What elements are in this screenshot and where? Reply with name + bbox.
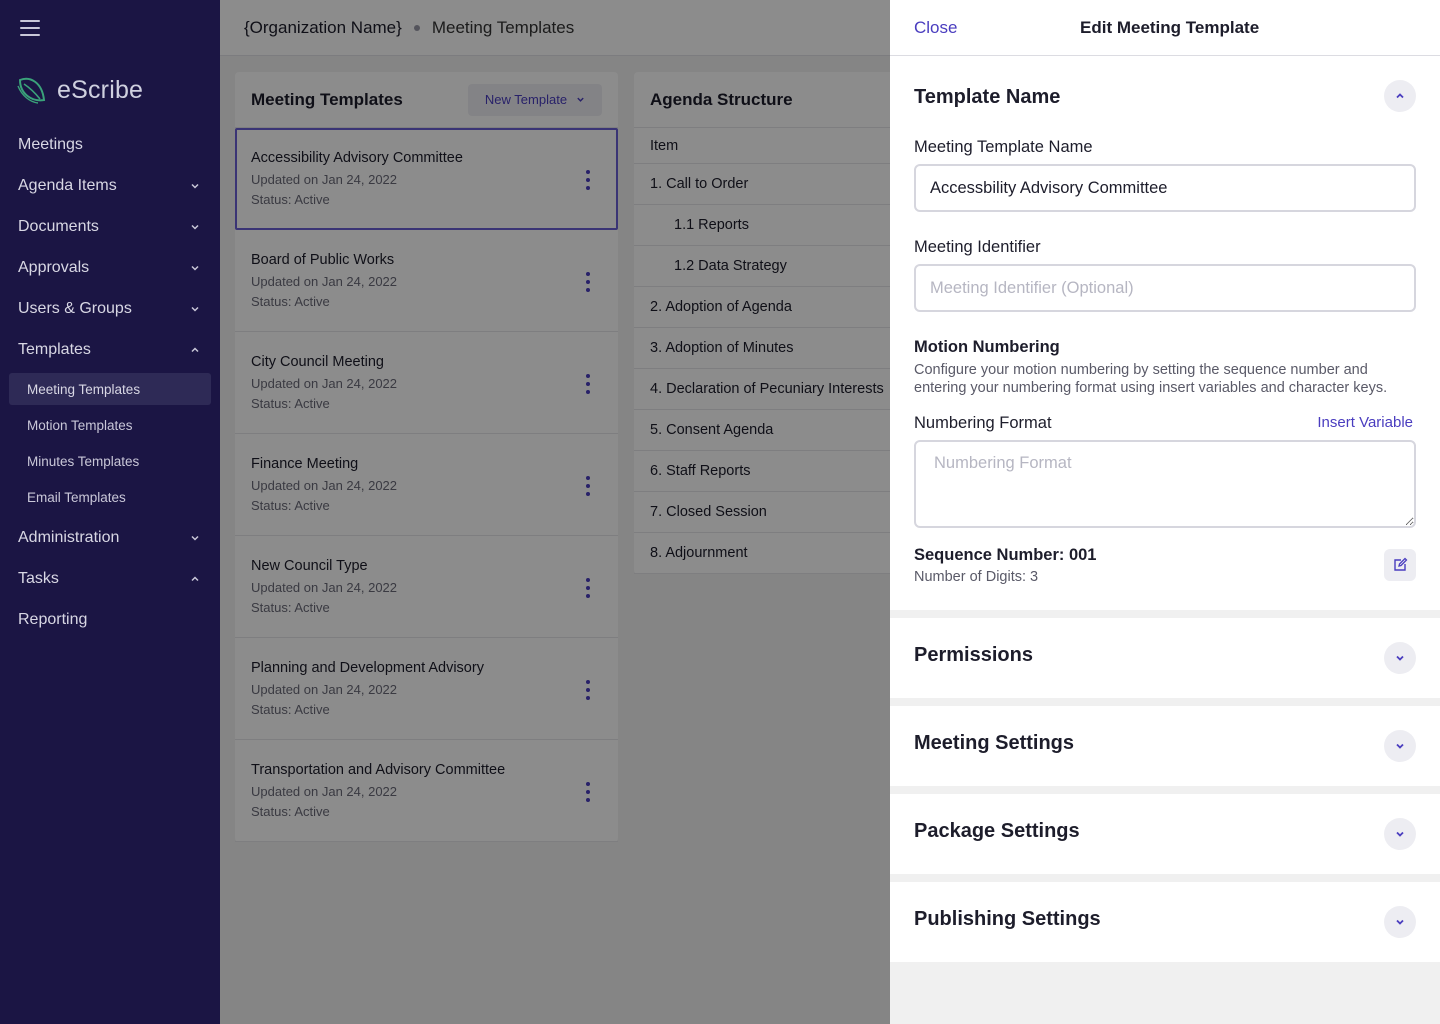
edit-icon: [1394, 557, 1408, 571]
motion-numbering-description: Configure your motion numbering by setti…: [914, 362, 1388, 396]
section-title: Template Name: [914, 86, 1061, 108]
section-permissions: Permissions: [890, 618, 1440, 698]
template-name-label: Meeting Template Name: [914, 138, 1093, 156]
chevron-down-icon: [1396, 831, 1404, 837]
sidebar-item-label: Agenda Items: [18, 176, 117, 194]
section-title: Meeting Settings: [914, 732, 1075, 754]
meeting-identifier-input[interactable]: [914, 264, 1416, 312]
sidebar-item-label: Meetings: [18, 135, 83, 153]
sidebar-subitem-motion-templates[interactable]: Motion Templates: [9, 409, 211, 441]
sequence-number: Sequence Number: 001: [914, 546, 1097, 564]
numbering-format-label: Numbering Format: [914, 414, 1052, 432]
sidebar-item-tasks[interactable]: Tasks: [0, 558, 220, 599]
sidebar-item-label: Approvals: [18, 258, 90, 276]
chevron-down-icon: [191, 535, 199, 541]
sidebar-item-label: Administration: [18, 528, 120, 546]
expand-toggle[interactable]: [1384, 906, 1416, 938]
chevron-down-icon: [1396, 919, 1404, 925]
sidebar-item-label: Reporting: [18, 610, 88, 628]
chevron-down-icon: [191, 265, 199, 271]
section-title: Publishing Settings: [914, 908, 1101, 930]
sidebar-subitem-email-templates[interactable]: Email Templates: [9, 481, 211, 513]
sidebar-subitem-minutes-templates[interactable]: Minutes Templates: [9, 445, 211, 477]
leaf-logo-icon: [17, 77, 46, 104]
section-meeting-settings: Meeting Settings: [890, 706, 1440, 786]
collapse-toggle[interactable]: [1384, 80, 1416, 112]
expand-toggle[interactable]: [1384, 642, 1416, 674]
section-package-settings: Package Settings: [890, 794, 1440, 874]
expand-toggle[interactable]: [1384, 818, 1416, 850]
section-title: Package Settings: [914, 820, 1080, 842]
chevron-down-icon: [1396, 655, 1404, 661]
template-name-section: Template Name Meeting Template Name Meet…: [890, 56, 1440, 610]
edit-sequence-button[interactable]: [1384, 549, 1416, 581]
meeting-identifier-label: Meeting Identifier: [914, 238, 1041, 256]
sidebar-item-templates[interactable]: Templates: [0, 329, 220, 370]
sidebar-item-label: Users & Groups: [18, 299, 132, 317]
insert-variable-link[interactable]: Insert Variable: [1317, 414, 1413, 431]
section-publishing-settings: Publishing Settings: [890, 882, 1440, 962]
number-of-digits: Number of Digits: 3: [914, 569, 1039, 585]
sidebar-item-agenda-items[interactable]: Agenda Items: [0, 165, 220, 206]
template-name-input[interactable]: [914, 164, 1416, 212]
sidebar-item-label: Templates: [18, 340, 91, 358]
chevron-down-icon: [1396, 743, 1404, 749]
sidebar: eScribe Meetings Agenda Items Documents App…: [0, 0, 220, 1024]
chevron-down-icon: [191, 183, 199, 189]
collapsed-sections: Permissions Meeting Settings Package Setti…: [890, 618, 1440, 962]
sidebar-item-administration[interactable]: Administration: [0, 517, 220, 558]
sidebar-item-reporting[interactable]: Reporting: [0, 599, 220, 640]
sidebar-item-users-groups[interactable]: Users & Groups: [0, 288, 220, 329]
drawer-header: Close Edit Meeting Template: [890, 0, 1440, 56]
close-button[interactable]: Close: [914, 18, 957, 38]
motion-numbering-heading: Motion Numbering: [914, 338, 1060, 356]
chevron-up-icon: [191, 575, 199, 581]
section-title: Permissions: [914, 644, 1033, 666]
sidebar-nav: Meetings Agenda Items Documents Approvals Us…: [0, 124, 220, 640]
logo-text: eScribe: [57, 75, 144, 104]
expand-toggle[interactable]: [1384, 730, 1416, 762]
sidebar-item-meetings[interactable]: Meetings: [0, 124, 220, 165]
chevron-down-icon: [191, 224, 199, 230]
sidebar-item-label: Documents: [18, 217, 99, 235]
logo: eScribe: [16, 74, 143, 106]
chevron-up-icon: [1396, 93, 1404, 99]
sidebar-item-documents[interactable]: Documents: [0, 206, 220, 247]
sidebar-subitem-meeting-templates[interactable]: Meeting Templates: [9, 373, 211, 405]
menu-icon[interactable]: [20, 20, 40, 36]
numbering-format-input[interactable]: [914, 440, 1416, 528]
sidebar-item-label: Tasks: [18, 569, 59, 587]
modal-overlay[interactable]: [220, 0, 890, 1024]
drawer-title: Edit Meeting Template: [1080, 18, 1260, 37]
sidebar-item-approvals[interactable]: Approvals: [0, 247, 220, 288]
chevron-down-icon: [191, 306, 199, 312]
chevron-up-icon: [191, 346, 199, 352]
edit-template-drawer: Close Edit Meeting Template Template Nam…: [890, 0, 1440, 1024]
